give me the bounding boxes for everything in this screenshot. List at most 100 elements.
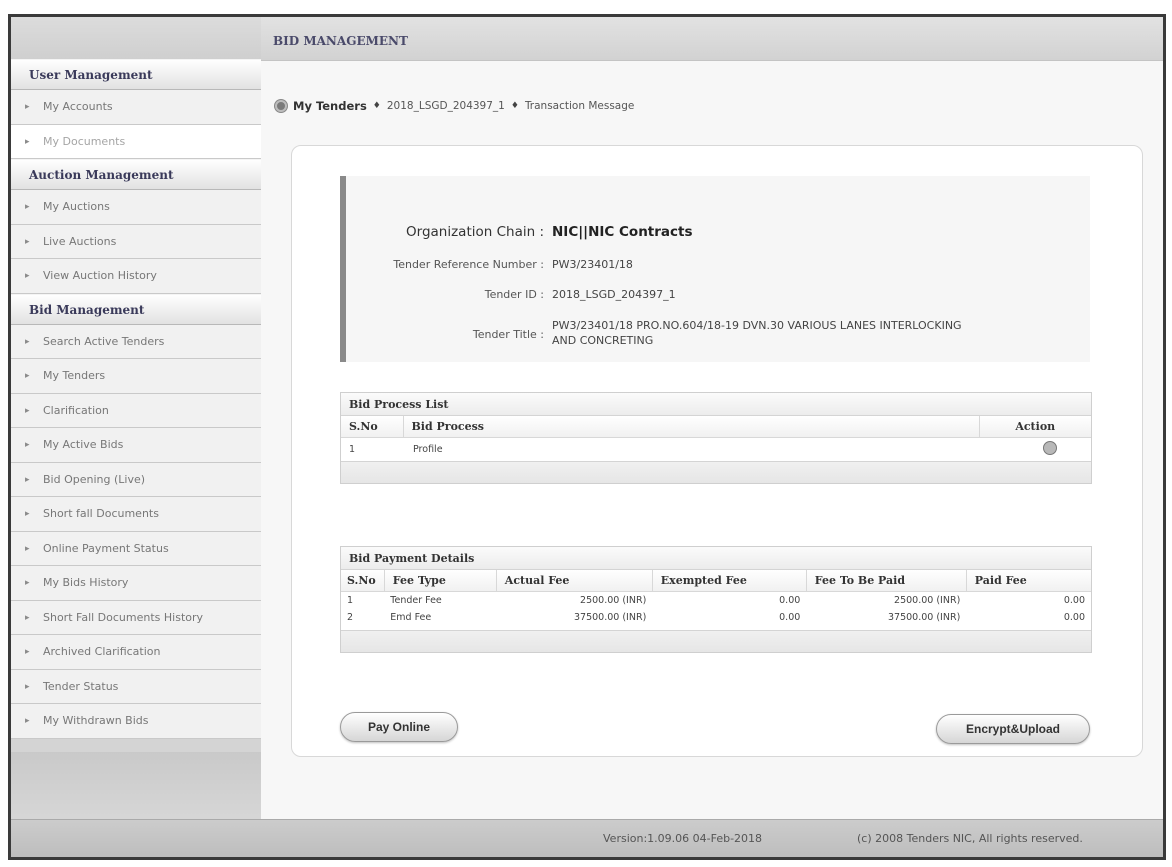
org-chain-value: NIC||NIC Contracts: [552, 224, 693, 240]
column-header: Exempted Fee: [652, 570, 807, 592]
sidebar-item-label: Search Active Tenders: [43, 334, 165, 348]
tender-panel: Organization Chain : NIC||NIC Contracts …: [291, 145, 1143, 757]
sidebar-item-my-bids-history[interactable]: ▸ My Bids History: [11, 566, 261, 601]
tender-info-box: Organization Chain : NIC||NIC Contracts …: [340, 176, 1090, 362]
encrypt-upload-button[interactable]: Encrypt&Upload: [936, 714, 1090, 744]
sidebar-item-short-fall-documents-history[interactable]: ▸ Short Fall Documents History: [11, 600, 261, 635]
sidebar-item-my-tenders[interactable]: ▸ My Tenders: [11, 359, 261, 394]
bullet-arrow-icon: ▸: [25, 612, 30, 623]
column-header: S.No: [341, 416, 404, 438]
sidebar-item-label: My Active Bids: [43, 438, 124, 451]
sidebar-item-label: Archived Clarification: [43, 645, 161, 658]
tender-title-value: PW3/23401/18 PRO.NO.604/18-19 DVN.30 VAR…: [552, 319, 962, 347]
app-window: User Management ▸ My Accounts ▸ My Documents…: [8, 14, 1166, 860]
cell-paid-fee: 0.00: [1063, 595, 1085, 606]
bullet-arrow-icon: ▸: [25, 578, 30, 588]
sidebar-section-header: User Management: [11, 59, 261, 90]
bid-payment-title: Bid Payment Details: [341, 547, 1091, 570]
edit-action-icon[interactable]: [1043, 441, 1057, 455]
sidebar-item-search-active-tenders[interactable]: ▸ Search Active Tenders: [11, 324, 261, 359]
ref-number-label: Tender Reference Number :: [393, 258, 544, 271]
sidebar-section-header: Auction Management: [11, 159, 261, 190]
column-header: Fee To Be Paid: [806, 570, 967, 592]
cell-fee-type: Emd Fee: [390, 612, 432, 623]
column-header: S.No: [341, 570, 385, 592]
sidebar-item-online-payment-status[interactable]: ▸ Online Payment Status: [11, 531, 261, 566]
bullet-arrow-icon: ▸: [25, 336, 30, 347]
sidebar-item-short-fall-documents[interactable]: ▸ Short fall Documents: [11, 497, 261, 532]
cell-fee-type: Tender Fee: [390, 595, 442, 606]
cell-bid-process: Profile: [413, 444, 443, 455]
table-row: 2 Emd Fee 37500.00 (INR) 0.00 37500.00 (…: [341, 609, 1091, 626]
cell-actual-fee: 37500.00 (INR): [574, 612, 647, 623]
sidebar-item-label: My Bids History: [43, 576, 129, 589]
cell-fee-to-be-paid: 2500.00 (INR): [894, 595, 961, 606]
sidebar-item-my-documents[interactable]: ▸ My Documents: [11, 124, 261, 159]
bullet-arrow-icon: ▸: [25, 202, 30, 212]
table-row: 1 Tender Fee 2500.00 (INR) 0.00 2500.00 …: [341, 592, 1091, 610]
column-header: Fee Type: [384, 570, 497, 592]
cell-exempted-fee: 0.00: [779, 612, 801, 623]
bullet-arrow-icon: ▸: [25, 102, 30, 112]
breadcrumb-separator-icon: ♦: [372, 101, 381, 111]
sidebar-item-my-auctions[interactable]: ▸ My Auctions: [11, 190, 261, 225]
tender-id-label: Tender ID :: [484, 288, 544, 301]
sidebar-item-label: Bid Opening (Live): [43, 472, 146, 486]
sidebar-item-my-withdrawn-bids[interactable]: ▸ My Withdrawn Bids: [11, 704, 261, 739]
sidebar-item-my-accounts[interactable]: ▸ My Accounts: [11, 90, 261, 125]
sidebar-item-label: My Accounts: [43, 100, 113, 113]
sidebar-item-clarification[interactable]: ▸ Clarification: [11, 393, 261, 428]
breadcrumb-item-transaction-message: Transaction Message: [524, 100, 635, 112]
bullet-arrow-icon: ▸: [25, 405, 30, 416]
cell-paid-fee: 0.00: [1063, 612, 1085, 623]
sidebar-item-label: My Auctions: [43, 200, 110, 213]
bid-process-title: Bid Process List: [341, 393, 1091, 416]
sidebar-item-label: Tender Status: [43, 679, 119, 693]
column-header: Actual Fee: [496, 570, 653, 592]
breadcrumb: My Tenders ♦ 2018_LSGD_204397_1 ♦ Transa…: [275, 99, 634, 113]
table-row: 1 Profile: [341, 438, 1091, 462]
bullet-arrow-icon: ▸: [25, 371, 30, 381]
breadcrumb-item-my-tenders[interactable]: My Tenders: [293, 99, 367, 113]
page-title: BID MANAGEMENT: [261, 17, 1163, 61]
sidebar-item-label: Short fall Documents: [43, 507, 159, 520]
sidebar-item-tender-status[interactable]: ▸ Tender Status: [11, 669, 261, 704]
bullet-arrow-icon: ▸: [25, 543, 30, 554]
cell-sno: 1: [349, 444, 356, 455]
sidebar: User Management ▸ My Accounts ▸ My Documents…: [11, 17, 261, 857]
sidebar-item-archived-clarification[interactable]: ▸ Archived Clarification: [11, 635, 261, 670]
sidebar-section-header: Bid Management: [11, 293, 261, 325]
breadcrumb-item-tender-id[interactable]: 2018_LSGD_204397_1: [387, 100, 505, 112]
column-header: Action: [979, 416, 1091, 438]
sidebar-item-label: Live Auctions: [43, 234, 117, 248]
cell-sno: 2: [347, 612, 354, 623]
column-header: Bid Process: [403, 416, 980, 438]
sidebar-sections: User Management ▸ My Accounts ▸ My Documents…: [11, 59, 261, 739]
bullet-arrow-icon: ▸: [25, 236, 30, 247]
tender-title-label: Tender Title :: [472, 328, 544, 341]
cell-sno: 1: [347, 595, 354, 606]
version-text: Version:1.09.06 04-Feb-2018: [603, 832, 763, 845]
column-header: Paid Fee: [966, 570, 1091, 592]
bullet-arrow-icon: ▸: [25, 136, 30, 147]
cell-fee-to-be-paid: 37500.00 (INR): [888, 612, 961, 623]
breadcrumb-separator-icon: ♦: [510, 101, 519, 111]
sidebar-item-label: Clarification: [43, 403, 109, 417]
sidebar-item-label: Online Payment Status: [43, 541, 169, 555]
sidebar-item-label: My Tenders: [43, 369, 106, 382]
table-footer-bar: [341, 630, 1091, 652]
cell-actual-fee: 2500.00 (INR): [580, 595, 647, 606]
bullet-arrow-icon: ▸: [25, 509, 30, 519]
sidebar-item-label: My Withdrawn Bids: [43, 714, 149, 727]
sidebar-item-my-active-bids[interactable]: ▸ My Active Bids: [11, 428, 261, 463]
sidebar-item-view-auction-history[interactable]: ▸ View Auction History: [11, 259, 261, 294]
table-footer-bar: [341, 461, 1091, 483]
home-circle-icon[interactable]: [275, 100, 287, 112]
sidebar-item-live-auctions[interactable]: ▸ Live Auctions: [11, 224, 261, 259]
sidebar-item-bid-opening-live[interactable]: ▸ Bid Opening (Live): [11, 462, 261, 497]
footer: Version:1.09.06 04-Feb-2018 (c) 2008 Ten…: [11, 819, 1163, 857]
ref-number-value: PW3/23401/18: [552, 258, 633, 271]
pay-online-button[interactable]: Pay Online: [340, 712, 458, 742]
bullet-arrow-icon: ▸: [25, 681, 30, 692]
bullet-arrow-icon: ▸: [25, 474, 30, 485]
